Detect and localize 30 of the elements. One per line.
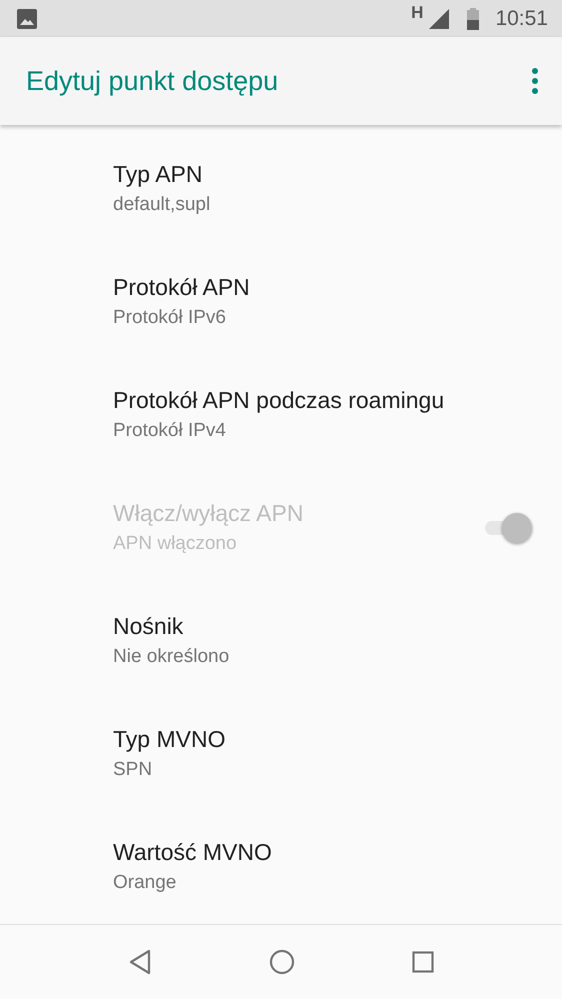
signal-icon — [429, 8, 450, 28]
settings-row[interactable]: Nośnik Nie określono — [0, 584, 562, 697]
clock: 10:51 — [495, 6, 548, 30]
setting-value: Protokół IPv6 — [113, 307, 227, 329]
back-icon[interactable] — [128, 949, 152, 975]
settings-row[interactable]: Typ MVNO SPN — [0, 697, 562, 810]
settings-row[interactable]: Wartość MVNO Orange — [0, 810, 562, 923]
setting-title: Nośnik — [113, 613, 184, 640]
home-icon[interactable] — [268, 949, 295, 975]
settings-row[interactable]: Protokół APN Protokół IPv6 — [0, 245, 562, 358]
setting-value: Protokół IPv4 — [113, 420, 227, 442]
more-options-icon[interactable] — [532, 68, 538, 94]
setting-value: APN włączono — [113, 533, 238, 555]
settings-row[interactable]: Typ APN default,supl — [0, 132, 562, 245]
setting-value: Nie określono — [113, 646, 230, 668]
setting-value: SPN — [113, 759, 154, 781]
screen-title: Edytuj punkt dostępu — [26, 66, 280, 96]
setting-title: Protokół APN — [113, 274, 251, 301]
image-icon — [16, 8, 38, 30]
setting-title: Wartość MVNO — [113, 839, 273, 866]
setting-title: Typ MVNO — [113, 726, 226, 753]
setting-title: Protokół APN podczas roamingu — [113, 387, 446, 414]
network-type: H — [411, 2, 424, 22]
setting-value: default,supl — [113, 194, 212, 216]
setting-title: Typ APN — [113, 161, 204, 188]
setting-title: Włącz/wyłącz APN — [113, 500, 304, 527]
recents-icon[interactable] — [412, 951, 434, 973]
setting-value: Orange — [113, 872, 178, 894]
settings-row[interactable]: Protokół APN podczas roamingu Protokół IPv4 — [0, 358, 562, 471]
battery-icon — [467, 8, 480, 30]
